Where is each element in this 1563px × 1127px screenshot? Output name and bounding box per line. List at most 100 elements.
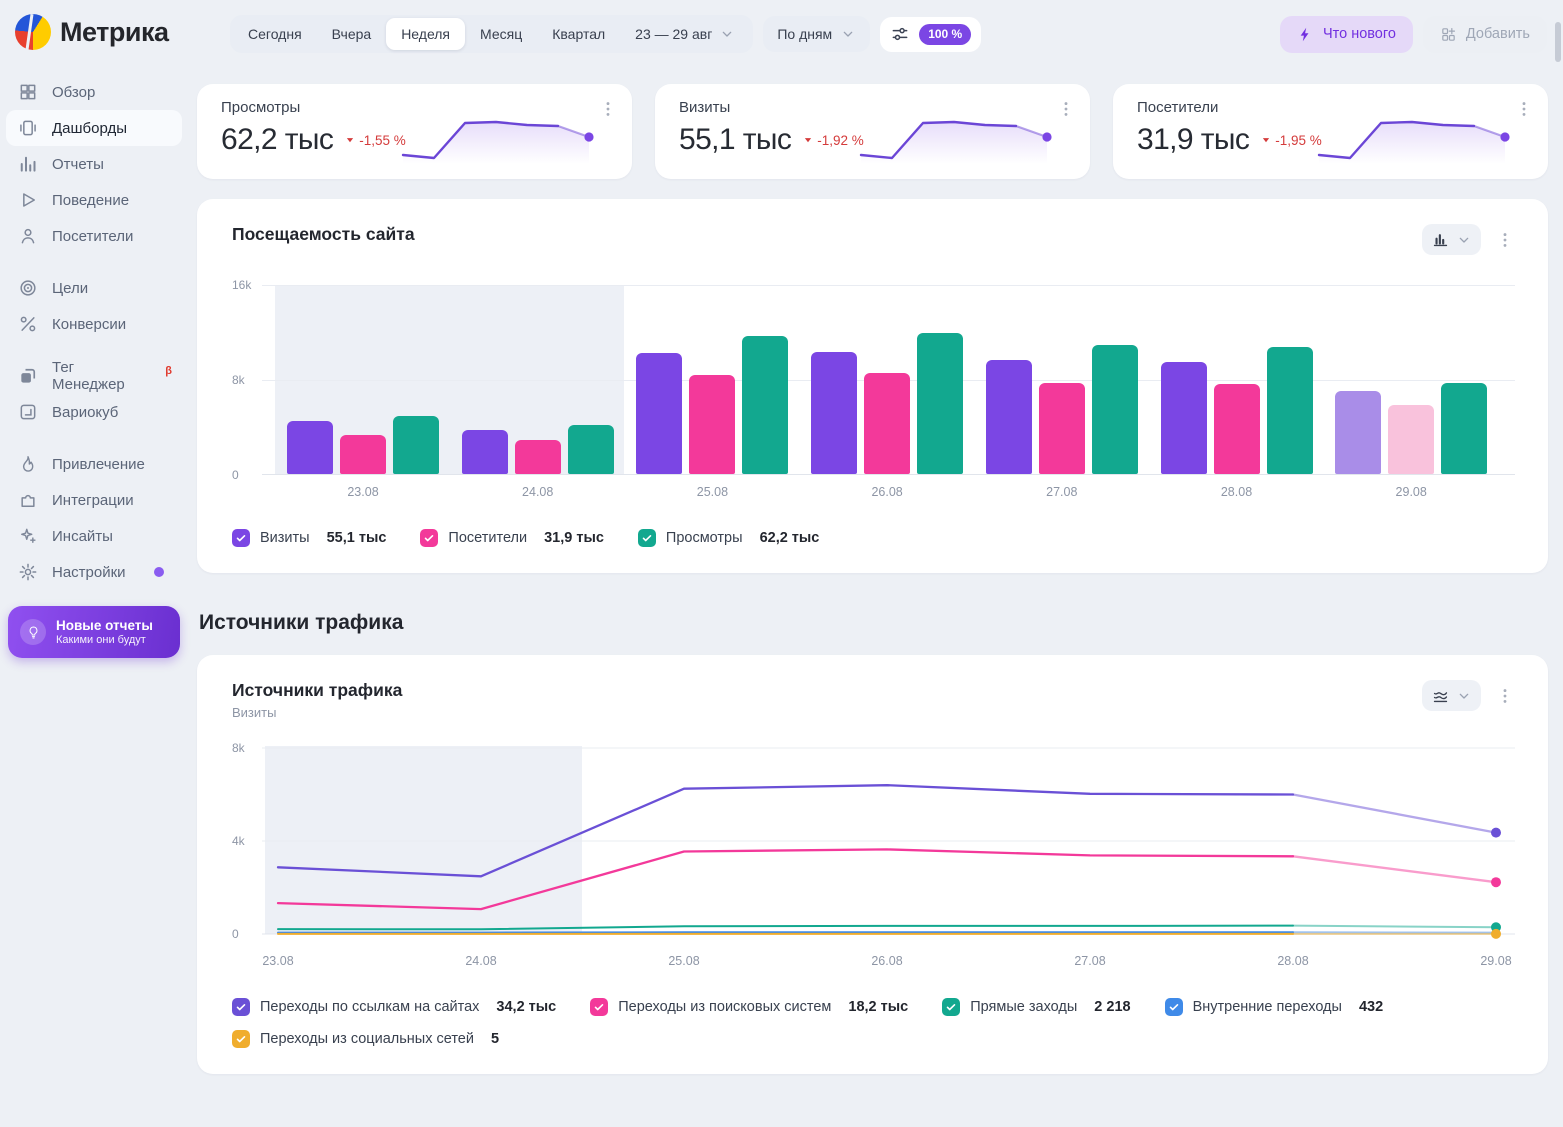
bar[interactable]: [917, 333, 963, 474]
period-tab[interactable]: Вчера: [317, 18, 387, 50]
bar[interactable]: [1388, 405, 1434, 474]
bar[interactable]: [515, 440, 561, 474]
legend-checkbox[interactable]: [232, 998, 250, 1016]
bar[interactable]: [636, 353, 682, 474]
sidebar-item-label: Интеграции: [52, 492, 134, 509]
period-tab[interactable]: Месяц: [465, 18, 537, 50]
grid-plus-icon: [1440, 26, 1457, 43]
granularity-select[interactable]: По дням: [763, 16, 870, 52]
weekend-highlight-band: [265, 746, 582, 934]
sidebar-item-label: Посетители: [52, 228, 133, 245]
legend-item[interactable]: Посетители31,9 тыс: [420, 529, 604, 547]
kpi-card[interactable]: Визиты55,1 тыс-1,92 %: [655, 84, 1090, 179]
period-tab[interactable]: Сегодня: [233, 18, 317, 50]
legend-item[interactable]: Переходы из социальных сетей5: [232, 1030, 499, 1048]
bar-group-24.08[interactable]: [462, 425, 614, 474]
sidebar-item-overview[interactable]: Обзор: [6, 74, 182, 110]
down-triangle-icon: [1261, 135, 1271, 145]
kpi-menu-button[interactable]: [598, 99, 618, 119]
bar-group-27.08[interactable]: [986, 345, 1138, 474]
legend-item[interactable]: Внутренние переходы432: [1165, 998, 1384, 1016]
sidebar-item-settings[interactable]: Настройки: [6, 554, 182, 590]
legend-value: 34,2 тыс: [496, 999, 556, 1015]
bar[interactable]: [1335, 391, 1381, 474]
bar[interactable]: [287, 421, 333, 474]
kpi-menu-button[interactable]: [1514, 99, 1534, 119]
sidebar-item-conversions[interactable]: Конверсии: [6, 306, 182, 342]
bar[interactable]: [1092, 345, 1138, 474]
sidebar-item-insights[interactable]: Инсайты: [6, 518, 182, 554]
sidebar-nav-group: Тег МенеджерβВариокуб: [6, 358, 182, 430]
kpi-menu-button[interactable]: [1056, 99, 1076, 119]
date-range-select[interactable]: 23 — 29 авг: [620, 18, 750, 50]
sidebar-item-label: Настройки: [52, 564, 126, 581]
kpi-card[interactable]: Посетители31,9 тыс-1,95 %: [1113, 84, 1548, 179]
gear-icon: [18, 562, 38, 582]
legend-label: Визиты: [260, 530, 310, 546]
legend-item[interactable]: Прямые заходы2 218: [942, 998, 1130, 1016]
bar[interactable]: [742, 336, 788, 474]
sidebar-item-integrations[interactable]: Интеграции: [6, 482, 182, 518]
chart-type-select[interactable]: [1422, 680, 1481, 711]
x-tick: 29.08: [1480, 954, 1511, 968]
y-tick: 0: [232, 927, 239, 941]
legend-checkbox[interactable]: [232, 1030, 250, 1048]
bar[interactable]: [1267, 347, 1313, 474]
legend-checkbox[interactable]: [232, 529, 250, 547]
bar[interactable]: [689, 375, 735, 474]
bar-chart-plot[interactable]: 16k8k0: [232, 285, 1515, 475]
period-tab[interactable]: Неделя: [386, 18, 465, 50]
legend-checkbox[interactable]: [420, 529, 438, 547]
bar[interactable]: [986, 360, 1032, 474]
bar-group-28.08[interactable]: [1161, 347, 1313, 474]
legend-checkbox[interactable]: [942, 998, 960, 1016]
bar-group-29.08[interactable]: [1335, 383, 1487, 474]
bar[interactable]: [864, 373, 910, 474]
kpi-value: 62,2 тыс: [221, 123, 333, 157]
bar[interactable]: [568, 425, 614, 474]
sidebar-item-tag-manager[interactable]: Тег Менеджерβ: [6, 358, 182, 394]
legend-checkbox[interactable]: [638, 529, 656, 547]
bar[interactable]: [1441, 383, 1487, 474]
sidebar-item-acquisition[interactable]: Привлечение: [6, 446, 182, 482]
bar[interactable]: [811, 352, 857, 474]
widget-menu-button[interactable]: [1495, 686, 1515, 706]
add-widget-button[interactable]: Добавить: [1423, 16, 1547, 53]
sidebar-item-goals[interactable]: Цели: [6, 270, 182, 306]
legend-label: Прямые заходы: [970, 999, 1077, 1015]
section-title: Источники трафика: [199, 611, 1563, 635]
legend-item[interactable]: Просмотры62,2 тыс: [638, 529, 819, 547]
bar[interactable]: [1039, 383, 1085, 474]
widget-menu-button[interactable]: [1495, 230, 1515, 250]
bar[interactable]: [340, 435, 386, 474]
sidebar-item-dashboards[interactable]: Дашборды: [6, 110, 182, 146]
sampling-button[interactable]: 100 %: [880, 17, 981, 52]
legend-item[interactable]: Визиты 55,1 тыс: [232, 529, 386, 547]
legend-value: 55,1 тыс: [327, 530, 387, 546]
sidebar-item-reports[interactable]: Отчеты: [6, 146, 182, 182]
legend-item[interactable]: Переходы по ссылкам на сайтах34,2 тыс: [232, 998, 556, 1016]
line-chart-plot[interactable]: 8k4k0: [232, 744, 1515, 944]
whats-new-button[interactable]: Что нового: [1280, 16, 1413, 53]
logo[interactable]: Метрика: [0, 14, 190, 50]
sidebar-item-behavior[interactable]: Поведение: [6, 182, 182, 218]
bar[interactable]: [1161, 362, 1207, 474]
bar-group-25.08[interactable]: [636, 336, 788, 474]
bar[interactable]: [393, 416, 439, 474]
sidebar-item-visitors[interactable]: Посетители: [6, 218, 182, 254]
bar-group-26.08[interactable]: [811, 333, 963, 474]
bar[interactable]: [462, 430, 508, 474]
sidebar-item-variocube[interactable]: Вариокуб: [6, 394, 182, 430]
scrollbar[interactable]: [1555, 22, 1561, 62]
x-tick: 27.08: [1074, 954, 1105, 968]
legend-item[interactable]: Переходы из поисковых систем18,2 тыс: [590, 998, 908, 1016]
kpi-card[interactable]: Просмотры62,2 тыс-1,55 %: [197, 84, 632, 179]
bar[interactable]: [1214, 384, 1260, 474]
chart-type-select[interactable]: [1422, 224, 1481, 255]
new-reports-promo-button[interactable]: Новые отчеты Какими они будут: [8, 606, 180, 658]
chart-title: Источники трафика: [232, 680, 402, 701]
period-tab[interactable]: Квартал: [537, 18, 620, 50]
legend-checkbox[interactable]: [590, 998, 608, 1016]
bar-group-23.08[interactable]: [287, 416, 439, 474]
legend-checkbox[interactable]: [1165, 998, 1183, 1016]
